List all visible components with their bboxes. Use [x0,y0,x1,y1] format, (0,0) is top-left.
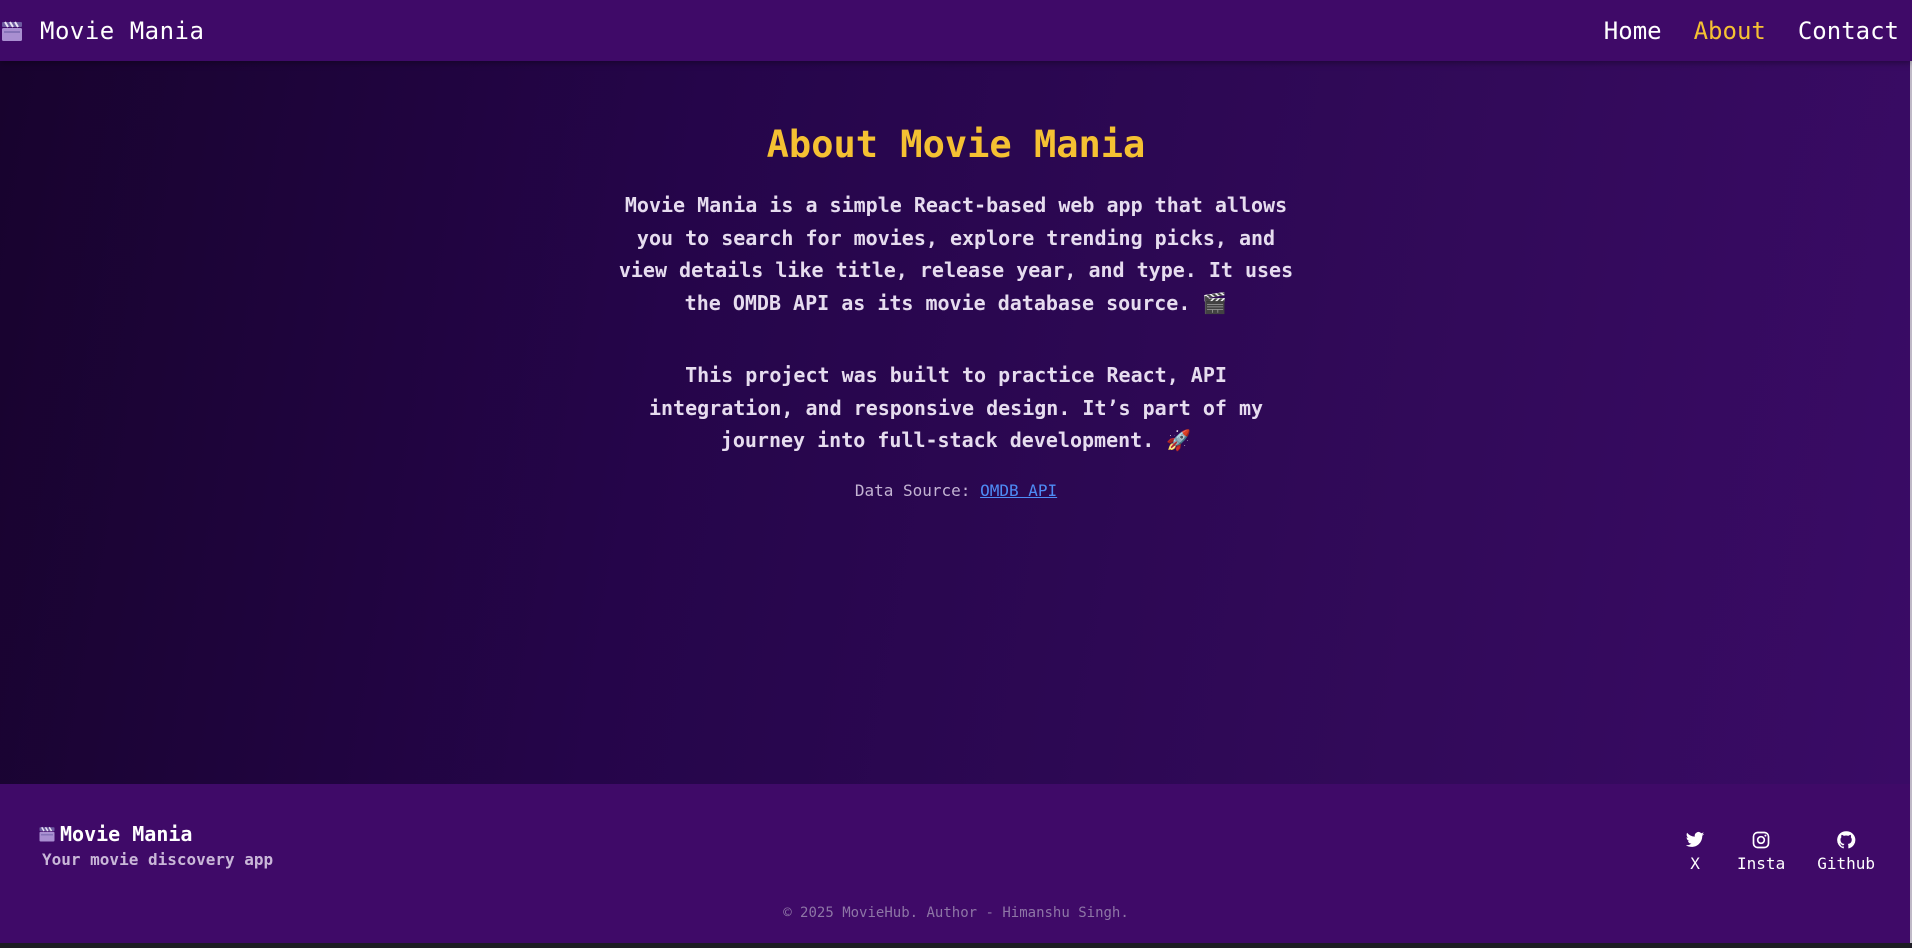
about-section: About Movie Mania Movie Mania is a simpl… [0,61,1912,784]
social-label-x: X [1690,854,1700,873]
social-link-insta[interactable]: Insta [1737,830,1785,873]
app-root: Movie Mania Home About Contact About Mov… [0,0,1912,943]
footer-tagline: Your movie discovery app [42,850,274,869]
social-label-insta: Insta [1737,854,1786,873]
nav-link-about[interactable]: About [1694,17,1766,45]
clapperboard-icon [2,20,22,41]
social-label-github: Github [1817,854,1875,873]
page-title: About Movie Mania [766,123,1146,166]
brand-title: Movie Mania [40,16,205,45]
brand[interactable]: Movie Mania [0,0,204,61]
twitter-icon [1685,832,1705,847]
footer-brand: Movie Mania [38,822,192,846]
data-source: Data Source: OMDB API [0,481,1912,500]
social-links: X Insta Github [1653,830,1875,873]
instagram-icon [1752,831,1770,849]
social-link-x[interactable]: X [1685,830,1705,873]
data-source-label: Data Source: [854,481,971,500]
clapperboard-icon [39,826,55,842]
github-icon [1837,831,1856,849]
navbar: Movie Mania Home About Contact [0,0,1912,61]
nav-link-home[interactable]: Home [1604,17,1662,45]
about-paragraph-2: This project was built to practice React… [648,363,1264,452]
copyright: © 2025 MovieHub. Author - Himanshu Singh… [783,905,1129,921]
nav-links: Home About Contact [1572,17,1899,45]
social-link-github[interactable]: Github [1817,830,1875,873]
nav-link-contact[interactable]: Contact [1798,17,1899,45]
about-paragraph-1: Movie Mania is a simple React-based web … [618,193,1294,315]
footer-brand-title: Movie Mania [60,822,193,846]
omdb-api-link[interactable]: OMDB API [980,481,1057,500]
footer: Movie Mania Your movie discovery app X I… [0,784,1912,943]
